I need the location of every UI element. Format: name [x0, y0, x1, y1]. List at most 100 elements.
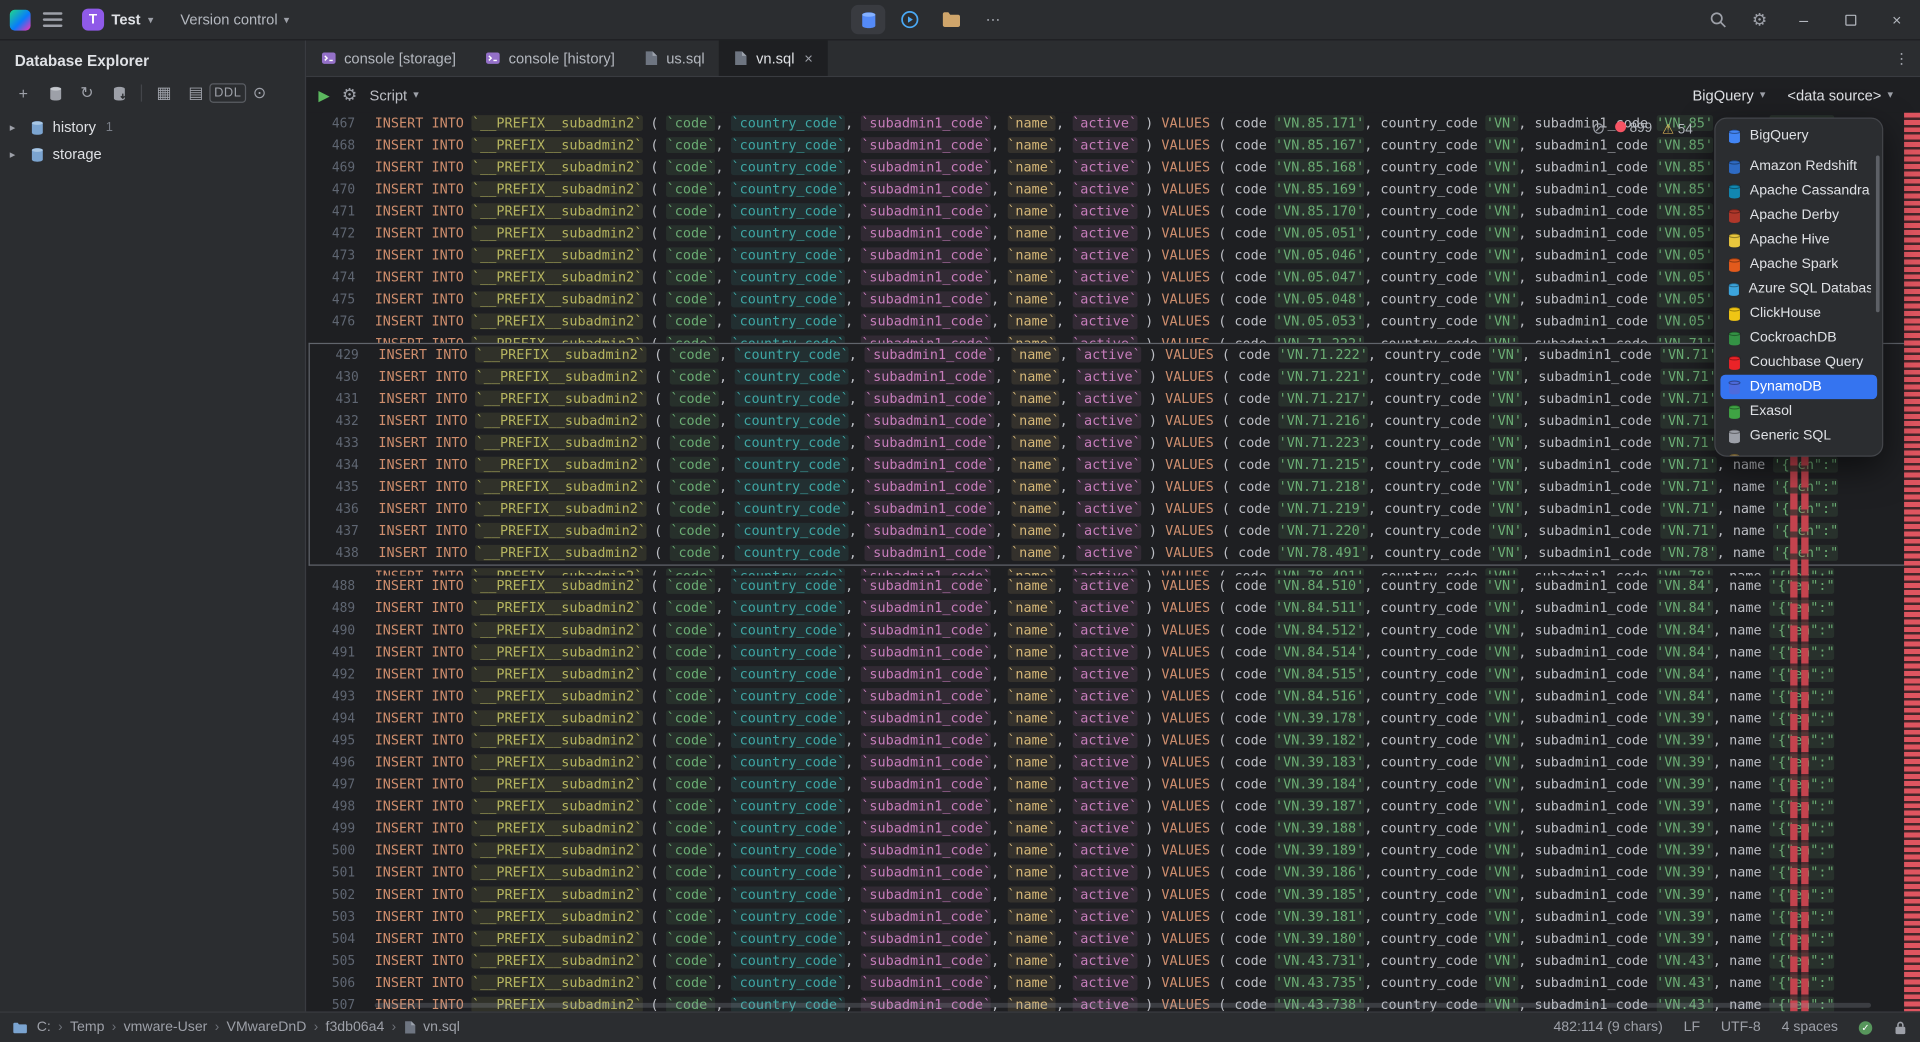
line-number[interactable]: 471 [306, 201, 370, 223]
code-text[interactable]: INSERT INTO `__PREFIX__subadmin2` ( `cod… [370, 818, 1835, 840]
line-number[interactable]: 499 [306, 818, 370, 840]
code-text[interactable]: INSERT INTO `__PREFIX__subadmin2` ( `cod… [373, 410, 1838, 432]
line-number[interactable]: 476 [306, 311, 370, 333]
tab-list-button[interactable]: ⋮ [1883, 40, 1920, 76]
datasource-option[interactable]: Exasol [1720, 399, 1877, 423]
line-number[interactable]: 502 [306, 884, 370, 906]
vcs-widget[interactable]: Version control ▾ [173, 7, 297, 31]
status-ok-icon[interactable]: ✓ [1859, 1021, 1872, 1034]
code-text[interactable]: INSERT INTO `__PREFIX__subadmin2` ( `cod… [373, 344, 1838, 366]
ddl-button[interactable]: DDL [214, 80, 241, 107]
datasource-option[interactable]: Apache Cassandra [1720, 179, 1877, 203]
line-number[interactable]: 488 [306, 576, 370, 598]
line-number[interactable]: 474 [306, 267, 370, 289]
line-number[interactable]: 433 [310, 432, 374, 454]
code-text[interactable]: INSERT INTO `__PREFIX__subadmin2` ( `cod… [370, 289, 1835, 311]
table-view-button[interactable]: ▦ [151, 80, 178, 107]
datasource-option[interactable]: Generic SQL [1720, 424, 1877, 448]
error-stripe-scrollbar[interactable] [1904, 113, 1920, 1012]
line-number[interactable]: 507 [306, 994, 370, 1011]
line-number[interactable]: 436 [310, 498, 374, 520]
line-number[interactable]: 431 [310, 388, 374, 410]
dropdown-scrollbar[interactable] [1876, 156, 1880, 313]
code-text[interactable]: INSERT INTO `__PREFIX__subadmin2` ( `cod… [370, 245, 1835, 267]
line-number[interactable]: 506 [306, 972, 370, 994]
code-text[interactable]: INSERT INTO `__PREFIX__subadmin2` ( `cod… [370, 862, 1835, 884]
code-text[interactable]: INSERT INTO `__PREFIX__subadmin2` ( `cod… [370, 752, 1835, 774]
line-number[interactable]: 430 [310, 366, 374, 388]
line-number[interactable]: 472 [306, 223, 370, 245]
line-number[interactable]: 493 [306, 686, 370, 708]
line-number[interactable]: 437 [310, 520, 374, 542]
breadcrumb-item[interactable]: VMwareDnD [227, 1020, 307, 1035]
code-text[interactable]: INSERT INTO `__PREFIX__subadmin2` ( `cod… [370, 576, 1835, 598]
line-number[interactable]: 429 [310, 344, 374, 366]
code-text[interactable]: INSERT INTO `__PREFIX__subadmin2` ( `cod… [373, 388, 1838, 410]
main-menu-icon[interactable] [43, 12, 63, 27]
close-button[interactable]: × [1873, 0, 1920, 39]
line-number[interactable]: 467 [306, 113, 370, 135]
file-encoding[interactable]: UTF-8 [1721, 1020, 1761, 1035]
sync-datasource-button[interactable] [105, 80, 132, 107]
code-text[interactable]: INSERT INTO `__PREFIX__subadmin2` ( `cod… [370, 223, 1835, 245]
line-number[interactable]: 469 [306, 157, 370, 179]
line-number[interactable]: 494 [306, 708, 370, 730]
code-text[interactable]: INSERT INTO `__PREFIX__subadmin2` ( `cod… [370, 884, 1835, 906]
code-text[interactable]: INSERT INTO `__PREFIX__subadmin2` ( `cod… [370, 642, 1835, 664]
line-number[interactable]: 490 [306, 620, 370, 642]
line-number[interactable]: 468 [306, 135, 370, 157]
line-number[interactable] [306, 333, 370, 343]
line-separator[interactable]: LF [1684, 1020, 1700, 1035]
code-text[interactable]: INSERT INTO `__PREFIX__subadmin2` ( `cod… [370, 598, 1835, 620]
line-number[interactable]: 503 [306, 906, 370, 928]
datasource-option[interactable]: Couchbase Query [1720, 350, 1877, 374]
line-number[interactable]: 497 [306, 774, 370, 796]
line-number[interactable]: 438 [310, 542, 374, 564]
code-area[interactable]: 467 INSERT INTO `__PREFIX__subadmin2` ( `… [306, 113, 1920, 1012]
code-text[interactable]: INSERT INTO `__PREFIX__subadmin2` ( `cod… [373, 476, 1838, 498]
code-text[interactable]: INSERT INTO `__PREFIX__subadmin2` ( `cod… [370, 179, 1835, 201]
columns-view-button[interactable]: ▤ [182, 80, 209, 107]
datasource-option[interactable]: Apache Hive [1720, 228, 1877, 252]
code-text[interactable]: INSERT INTO `__PREFIX__subadmin2` ( `cod… [370, 928, 1835, 950]
code-text[interactable]: INSERT INTO `__PREFIX__subadmin2` ( `cod… [373, 520, 1838, 542]
inspections-widget[interactable]: ⊘ 899 ⚠54 [1592, 119, 1693, 139]
inspect-button[interactable]: ⊙ [246, 80, 273, 107]
database-tool-button[interactable] [851, 5, 885, 34]
datasource-option[interactable]: DynamoDB [1720, 375, 1877, 399]
line-number[interactable]: 473 [306, 245, 370, 267]
line-number[interactable]: 498 [306, 796, 370, 818]
minimize-button[interactable]: – [1780, 0, 1827, 39]
code-text[interactable]: INSERT INTO `__PREFIX__subadmin2` ( `cod… [370, 201, 1835, 223]
code-text[interactable]: INSERT INTO `__PREFIX__subadmin2` ( `cod… [370, 620, 1835, 642]
project-widget[interactable]: T Test ▾ [75, 5, 161, 34]
code-text[interactable]: INSERT INTO `__PREFIX__subadmin2` ( `cod… [373, 454, 1838, 476]
lock-icon[interactable] [1893, 1019, 1908, 1035]
code-text[interactable]: INSERT INTO `__PREFIX__subadmin2` ( `cod… [370, 708, 1835, 730]
breadcrumb-item[interactable]: Temp [70, 1020, 104, 1035]
code-text[interactable]: INSERT INTO `__PREFIX__subadmin2` ( `cod… [373, 498, 1838, 520]
indent-style[interactable]: 4 spaces [1782, 1020, 1838, 1035]
more-actions-button[interactable]: ⋯ [976, 5, 1010, 34]
execute-settings-button[interactable]: ⚙ [342, 84, 357, 105]
datasource-option[interactable]: BigQuery [1720, 124, 1877, 148]
breadcrumb-item[interactable]: C: [37, 1020, 51, 1035]
tab-vn-sql[interactable]: vn.sql × [719, 40, 827, 76]
dialect-selector[interactable]: BigQuery ▾ [1692, 86, 1765, 103]
code-text[interactable]: INSERT INTO `__PREFIX__subadmin2` ( `cod… [370, 840, 1835, 862]
line-number[interactable]: 505 [306, 950, 370, 972]
refresh-button[interactable]: ↻ [73, 80, 100, 107]
datasource-selector[interactable]: <data source> ▾ [1787, 86, 1893, 103]
search-everywhere-button[interactable] [1697, 0, 1739, 39]
run-script-button[interactable]: ▶ [318, 86, 329, 103]
code-text[interactable]: INSERT INTO `__PREFIX__subadmin2` ( `cod… [370, 686, 1835, 708]
line-number[interactable]: 504 [306, 928, 370, 950]
line-number[interactable]: 470 [306, 179, 370, 201]
tab-us-sql[interactable]: us.sql [630, 40, 720, 76]
tab-console-history[interactable]: console [history] [471, 40, 630, 76]
code-text[interactable]: INSERT INTO `__PREFIX__subadmin2` ( `cod… [370, 774, 1835, 796]
code-text[interactable]: INSERT INTO `__PREFIX__subadmin2` ( `cod… [370, 950, 1835, 972]
code-text[interactable]: INSERT INTO `__PREFIX__subadmin2` ( `cod… [370, 796, 1835, 818]
script-selector[interactable]: Script ▾ [370, 86, 419, 103]
tree-item-history[interactable]: ▸ history 1 [0, 114, 305, 141]
